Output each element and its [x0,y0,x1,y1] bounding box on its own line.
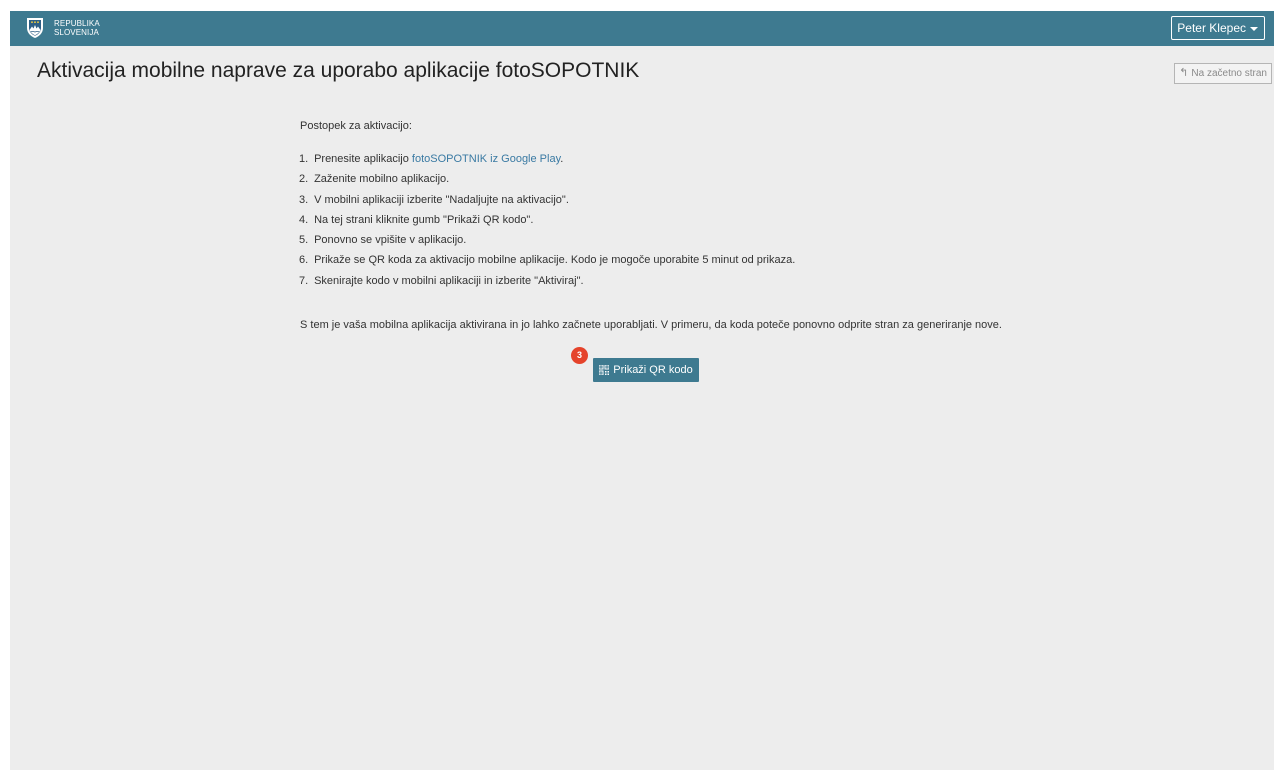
back-to-home-button[interactable]: ↰ Na začetno stran [1174,63,1272,84]
step-text: Prenesite aplikacijo [314,153,412,165]
step-number: 3. [299,193,309,206]
steps-list: 1. Prenesite aplikacijo fotoSOPOTNIK iz … [299,149,795,291]
step-text: Ponovno se vpišite v aplikacijo. [314,234,467,247]
step-text: Prikaže se QR koda za aktivacijo mobilne… [314,254,796,267]
step-text: V mobilni aplikaciji izberite "Nadaljujt… [314,193,569,206]
chevron-down-icon [1250,26,1258,31]
instructions-summary: S tem je vaša mobilna aplikacija aktivir… [300,319,1002,331]
list-item: 5. Ponovno se vpišite v aplikacijo. [299,230,795,250]
user-name: Peter Klepec [1177,21,1246,35]
list-item: 1. Prenesite aplikacijo fotoSOPOTNIK iz … [299,149,795,169]
list-item: 6. Prikaže se QR koda za aktivacijo mobi… [299,250,795,270]
step-number: 2. [299,173,309,186]
list-item: 3. V mobilni aplikaciji izberite "Nadalj… [299,190,795,210]
brand-line-2: SLOVENIJA [54,28,99,37]
step-text: Skenirajte kodo v mobilni aplikaciji in … [314,274,584,287]
step-number-badge: 3 [571,347,588,364]
step-number: 7. [299,274,309,287]
app-frame: REPUBLIKA SLOVENIJA Peter Klepec Aktivac… [10,11,1274,770]
return-arrow-icon: ↰ [1179,67,1189,79]
coat-of-arms-icon [27,18,43,38]
top-navbar: REPUBLIKA SLOVENIJA Peter Klepec [10,11,1274,46]
step-text: Na tej strani kliknite gumb "Prikaži QR … [314,213,534,226]
step-number: 6. [299,254,309,267]
step-text: Zaženite mobilno aplikacijo. [314,173,450,186]
list-item: 4. Na tej strani kliknite gumb "Prikaži … [299,210,795,230]
list-item: 2. Zaženite mobilno aplikacijo. [299,169,795,189]
google-play-link[interactable]: fotoSOPOTNIK iz Google Play [412,153,560,165]
list-item: 7. Skenirajte kodo v mobilni aplikaciji … [299,271,795,291]
show-qr-code-label: Prikaži QR kodo [613,364,693,376]
brand-logo[interactable]: REPUBLIKA SLOVENIJA [26,17,100,39]
instructions-intro: Postopek za aktivacijo: [300,120,412,132]
home-link-label: Na začetno stran [1191,68,1267,79]
step-number: 4. [299,213,309,226]
user-menu-dropdown[interactable]: Peter Klepec [1171,16,1265,40]
qr-code-icon [599,365,610,375]
page-title: Aktivacija mobilne naprave za uporabo ap… [37,59,640,82]
step-suffix: . [560,153,564,165]
step-number: 1. [299,153,309,165]
brand-text: REPUBLIKA SLOVENIJA [54,19,100,37]
step-number: 5. [299,234,309,247]
show-qr-code-button[interactable]: Prikaži QR kodo [593,358,699,382]
brand-line-1: REPUBLIKA [54,19,100,28]
